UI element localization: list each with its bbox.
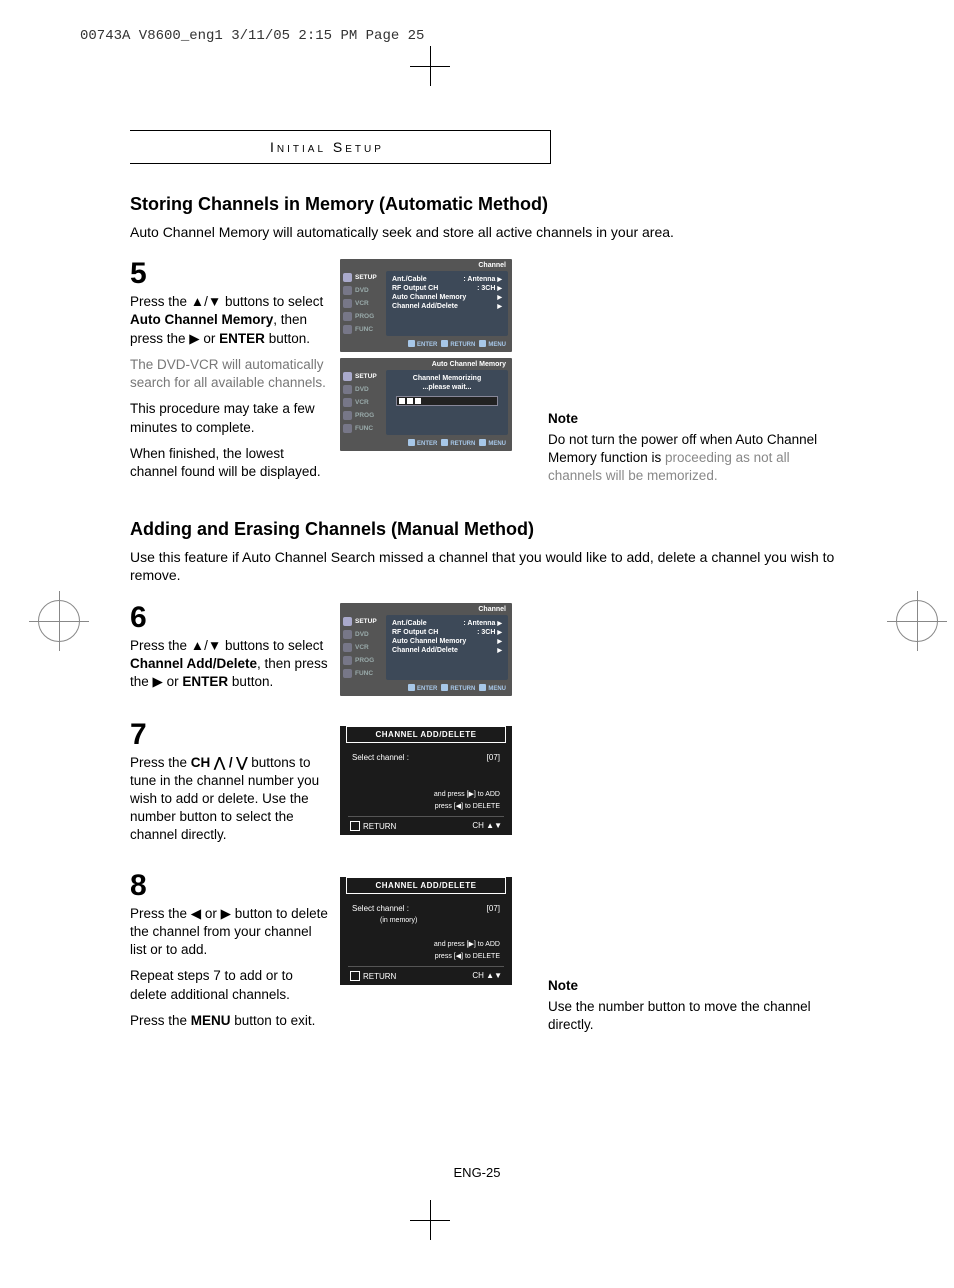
step-number-6: 6 — [130, 603, 330, 633]
step-5-row: 5 Press the ▲/▼ buttons to select Auto C… — [130, 259, 850, 489]
progress-bar — [396, 396, 498, 406]
tape-icon — [343, 643, 352, 652]
func-icon — [343, 424, 352, 433]
disc-icon — [343, 385, 352, 394]
tape-icon — [343, 299, 352, 308]
step-5-screens: Channel SETUP DVD VCR PROG FUNC Ant./Cab… — [340, 259, 520, 457]
registration-mark-right — [896, 600, 938, 642]
print-header-text: 00743A V8600_eng1 3/11/05 2:15 PM Page 2… — [80, 28, 424, 44]
disc-icon — [343, 286, 352, 295]
osd-add-delete-1: CHANNEL ADD/DELETE Select channel :[07] … — [340, 726, 512, 835]
crop-mark-bottom — [430, 1200, 431, 1240]
tape-icon — [343, 398, 352, 407]
func-icon — [343, 325, 352, 334]
step-number-5: 5 — [130, 259, 330, 289]
registration-mark-left — [38, 600, 80, 642]
clock-icon — [343, 656, 352, 665]
section-intro-storing: Auto Channel Memory will automatically s… — [130, 223, 850, 241]
osd-add-delete-2: CHANNEL ADD/DELETE Select channel :[07] … — [340, 877, 512, 985]
section-intro-adding: Use this feature if Auto Channel Search … — [130, 548, 850, 584]
step-8-row: 8 Press the ◀ or ▶ button to delete the … — [130, 871, 850, 1038]
step-5-text: 5 Press the ▲/▼ buttons to select Auto C… — [130, 259, 330, 489]
page-number: ENG-25 — [0, 1165, 954, 1180]
section-title-adding: Adding and Erasing Channels (Manual Meth… — [130, 519, 850, 540]
step-number-8: 8 — [130, 871, 330, 901]
content-area: Initial Setup Storing Channels in Memory… — [130, 130, 850, 1056]
chapter-heading: Initial Setup — [130, 130, 551, 164]
clock-icon — [343, 312, 352, 321]
crop-mark-top — [430, 46, 431, 86]
print-header: 00743A V8600_eng1 3/11/05 2:15 PM Page 2… — [80, 28, 424, 44]
gear-icon — [343, 273, 352, 282]
func-icon — [343, 669, 352, 678]
note-1: Note Do not turn the power off when Auto… — [548, 410, 828, 485]
ch-up-down-icon: ⋀ / ⋁ — [214, 755, 247, 770]
step-7-row: 7 Press the CH ⋀ / ⋁ buttons to tune in … — [130, 720, 850, 853]
osd-channel-menu-2: Channel SETUP DVD VCR PROG FUNC Ant./Cab… — [340, 603, 512, 696]
page: 00743A V8600_eng1 3/11/05 2:15 PM Page 2… — [0, 0, 954, 1288]
clock-icon — [343, 411, 352, 420]
osd-auto-channel-memory: Auto Channel Memory SETUP DVD VCR PROG F… — [340, 358, 512, 451]
section-title-storing: Storing Channels in Memory (Automatic Me… — [130, 194, 850, 215]
gear-icon — [343, 372, 352, 381]
osd-channel-menu: Channel SETUP DVD VCR PROG FUNC Ant./Cab… — [340, 259, 512, 352]
disc-icon — [343, 630, 352, 639]
note-2: Note Use the number button to move the c… — [548, 977, 828, 1034]
gear-icon — [343, 617, 352, 626]
step5-note: The DVD-VCR will automatically search fo… — [130, 356, 330, 392]
step-6-row: 6 Press the ▲/▼ buttons to select Channe… — [130, 603, 850, 702]
step-number-7: 7 — [130, 720, 330, 750]
